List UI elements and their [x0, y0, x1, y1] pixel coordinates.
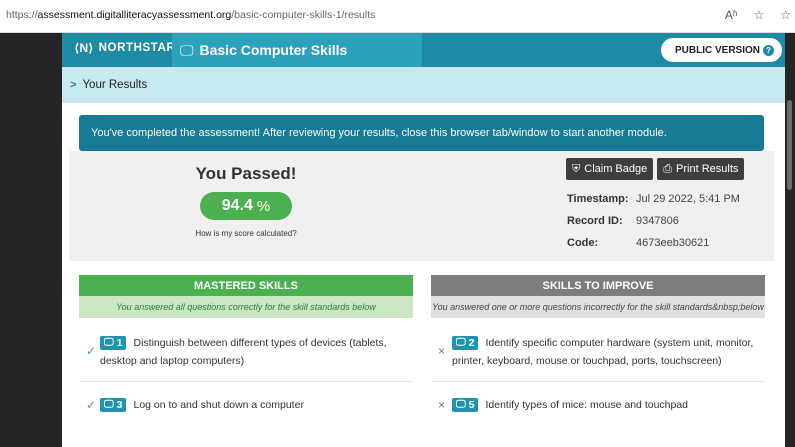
shield-icon: ⛨ [572, 162, 581, 175]
skill-text: Log on to and shut down a computer [133, 399, 304, 411]
breadcrumb[interactable]: > Your Results [62, 67, 785, 103]
monitor-icon: 🖵 [180, 41, 194, 58]
score-explanation-link[interactable]: How is my score calculated? [69, 229, 423, 238]
skill-description: 🖵 5 Identify types of mice: mouse and touc… [452, 396, 759, 414]
meta-key: Timestamp: [567, 193, 629, 205]
score-value: 94.4 [221, 197, 253, 214]
record-id-row: Record ID: 9347806 [567, 210, 767, 232]
favorite-star-icon[interactable]: ☆ [753, 7, 764, 23]
code-row: Code: 4673eeb30621 [567, 232, 767, 254]
result-metadata: Timestamp: Jul 29 2022, 5:41 PM Record I… [567, 188, 767, 254]
completion-banner: You've completed the assessment! After r… [79, 115, 764, 151]
monitor-icon: 🖵 [456, 337, 466, 348]
score-unit: % [256, 197, 271, 215]
skills-to-improve-title: SKILLS TO IMPROVE [431, 275, 765, 296]
skill-text: Identify types of mice: mouse and touchp… [485, 399, 689, 411]
list-item: ✓ 🖵 1 Distinguish between different types … [79, 318, 413, 382]
northstar-logo-icon: ⟨N⟩ [74, 41, 94, 55]
printer-icon: ⎙ [663, 162, 673, 175]
module-title: Basic Computer Skills [199, 42, 348, 58]
cross-icon: × [438, 398, 446, 412]
breadcrumb-label: Your Results [82, 79, 148, 91]
mastered-skills-panel: MASTERED SKILLS You answered all questio… [79, 275, 413, 430]
monitor-icon: 🖵 [104, 337, 114, 348]
banner-text: You've completed the assessment! After r… [91, 127, 667, 139]
skill-description: 🖵 1 Distinguish between different types of… [100, 334, 407, 370]
result-heading: You Passed! [195, 164, 297, 183]
read-aloud-icon[interactable]: Aʱ [725, 7, 738, 23]
top-nav: ⟨N⟩ NORTHSTAR 🖵 Basic Computer Skills PU… [62, 33, 785, 67]
timestamp-row: Timestamp: Jul 29 2022, 5:41 PM [567, 188, 767, 210]
page-left-margin [0, 33, 62, 447]
public-version-button[interactable]: PUBLIC VERSION ? [660, 38, 782, 62]
skill-number: 5 [468, 399, 475, 411]
checkmark-icon: ✓ [86, 344, 97, 358]
skill-number-badge[interactable]: 🖵 5 [452, 398, 479, 412]
skill-description: 🖵 2 Identify specific computer hardware (s… [452, 334, 759, 370]
meta-value: Jul 29 2022, 5:41 PM [636, 193, 740, 205]
skill-description: 🖵 3 Log on to and shut down a computer [100, 396, 407, 414]
skill-number-badge[interactable]: 🖵 2 [452, 336, 479, 350]
favorites-icon[interactable]: ☆ [780, 7, 791, 23]
cross-icon: × [438, 344, 446, 358]
help-icon: ? [763, 44, 774, 56]
northstar-logo[interactable]: ⟨N⟩ NORTHSTAR [74, 41, 175, 55]
address-bar-actions: Aʱ ☆ ☆ [725, 7, 791, 23]
page-right-margin [785, 33, 795, 447]
skill-number-badge[interactable]: 🖵 3 [100, 398, 127, 412]
skill-number: 2 [468, 337, 475, 349]
print-results-button[interactable]: ⎙ Print Results [657, 158, 745, 180]
result-summary: You Passed! 94.4% How is my score calcul… [69, 151, 774, 261]
skill-number: 3 [116, 399, 123, 411]
url-prefix: https:// [6, 9, 38, 21]
logo-text: NORTHSTAR [98, 42, 176, 54]
result-actions: ⛨ Claim Badge ⎙ Print Results [566, 158, 745, 180]
skill-number: 1 [116, 337, 123, 349]
mastered-skills-subtitle: You answered all questions correctly for… [79, 296, 413, 318]
browser-address-bar: https://assessment.digitalliteracyassess… [0, 0, 795, 33]
list-item: × 🖵 2 Identify specific computer hardware … [431, 318, 765, 382]
url-path: /basic-computer-skills-1/results [231, 9, 376, 21]
meta-value: 9347806 [636, 215, 679, 227]
monitor-icon: 🖵 [456, 399, 466, 410]
mastered-skills-title: MASTERED SKILLS [79, 275, 413, 296]
skills-to-improve-panel: SKILLS TO IMPROVE You answered one or mo… [431, 275, 765, 430]
meta-value: 4673eeb30621 [636, 237, 710, 249]
score-badge: 94.4% [200, 192, 292, 220]
meta-key: Record ID: [567, 215, 623, 227]
public-version-label: PUBLIC VERSION [674, 44, 760, 56]
skill-text: Identify specific computer hardware (sys… [452, 337, 754, 367]
skill-number-badge[interactable]: 🖵 1 [100, 336, 127, 350]
scrollbar-thumb[interactable] [787, 100, 792, 190]
module-title-bar: 🖵 Basic Computer Skills [172, 33, 422, 67]
chevron-right-icon: > [70, 79, 77, 91]
monitor-icon: 🖵 [104, 399, 114, 410]
list-item: × 🖵 5 Identify types of mice: mouse and to… [431, 382, 765, 430]
skill-text: Distinguish between different types of d… [100, 337, 387, 367]
checkmark-icon: ✓ [86, 398, 97, 412]
meta-key: Code: [567, 237, 599, 249]
claim-badge-label: Claim Badge [584, 163, 648, 175]
url-host: assessment.digitalliteracyassessment.org [37, 9, 232, 21]
skills-to-improve-subtitle: You answered one or more questions incor… [431, 296, 765, 318]
list-item: ✓ 🖵 3 Log on to and shut down a computer [79, 382, 413, 430]
claim-badge-button[interactable]: ⛨ Claim Badge [566, 158, 654, 180]
app-container: ⟨N⟩ NORTHSTAR 🖵 Basic Computer Skills PU… [62, 33, 785, 447]
print-results-label: Print Results [676, 163, 739, 175]
url-field[interactable]: https://assessment.digitalliteracyassess… [6, 9, 375, 21]
